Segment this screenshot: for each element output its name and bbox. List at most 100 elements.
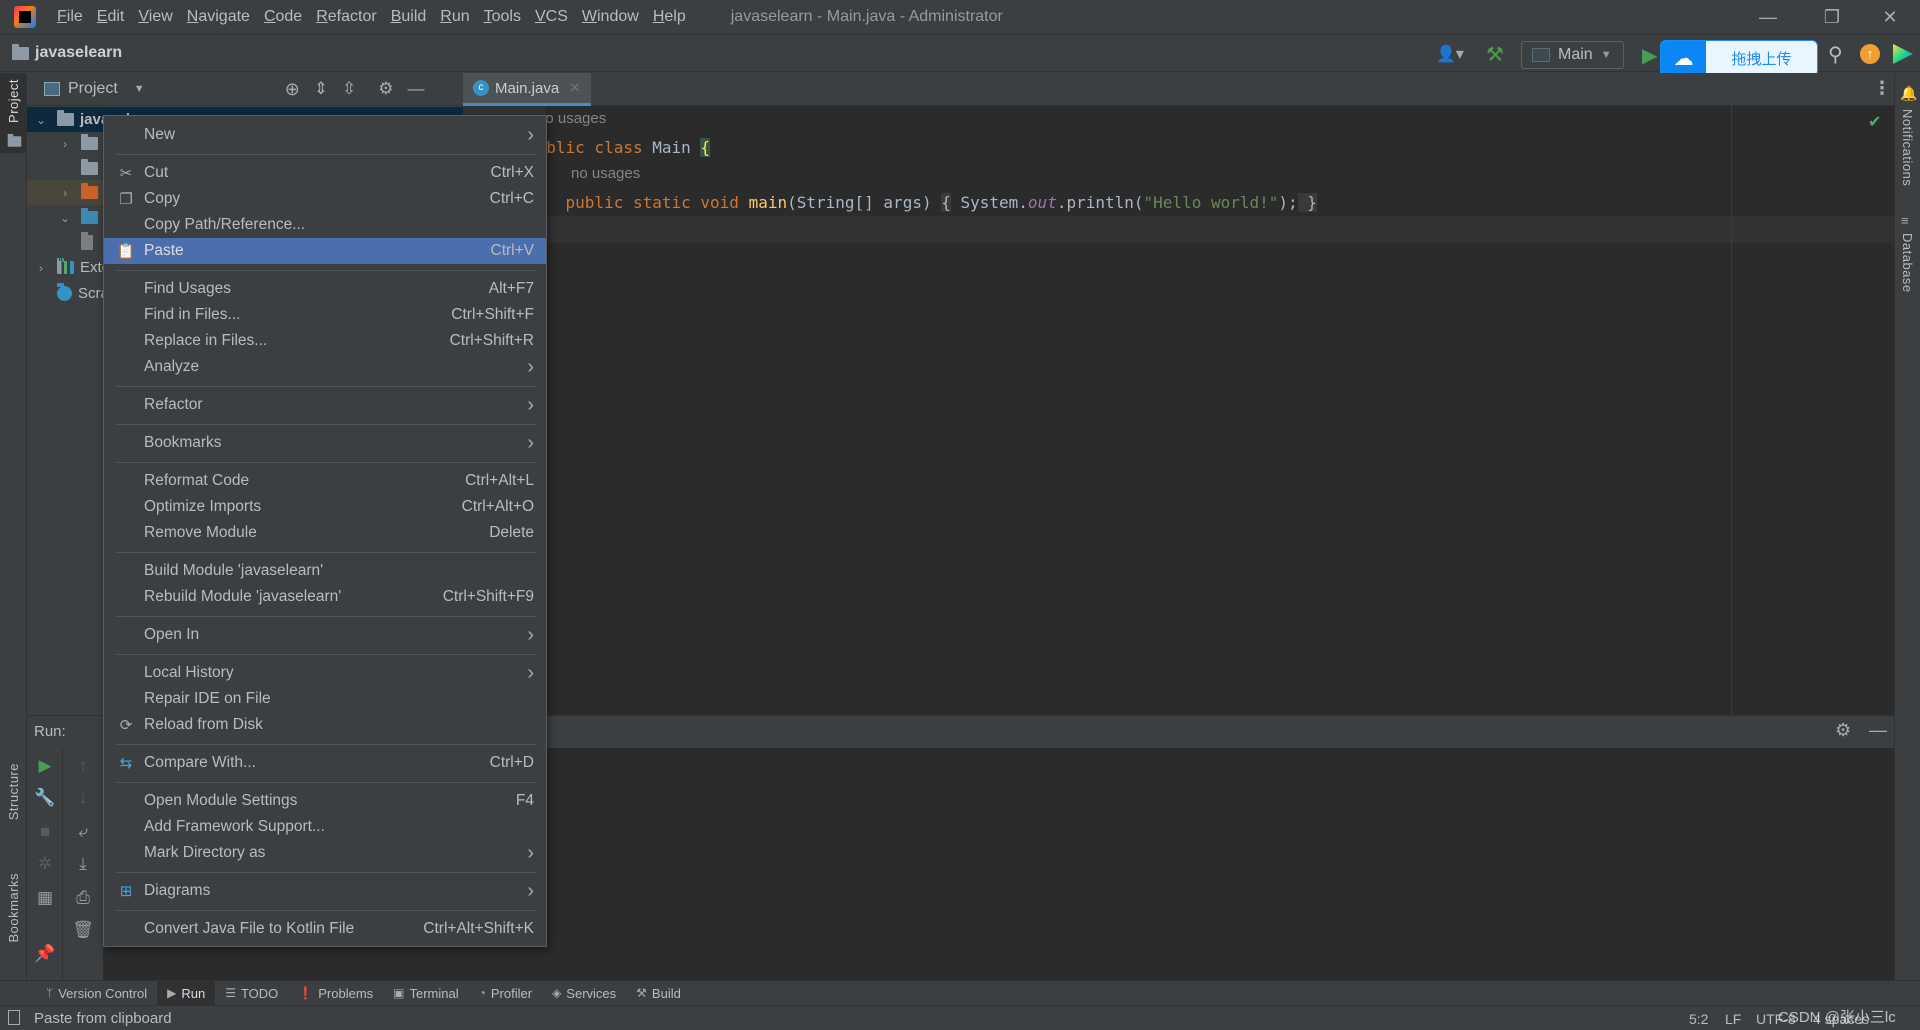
menu-item-mark-directory-as[interactable]: Mark Directory as › — [104, 840, 546, 866]
minimize-icon[interactable]: — — [1744, 0, 1792, 35]
gear-icon[interactable]: ⚙ — [1835, 720, 1851, 741]
scroll-to-end-icon[interactable]: ⤓ — [71, 854, 95, 874]
chevron-right-icon[interactable]: › — [59, 186, 71, 200]
soft-wrap-icon[interactable]: ⤶ — [71, 822, 95, 842]
usages-hint[interactable]: no usages — [537, 110, 606, 127]
menu-edit[interactable]: Edit — [90, 8, 132, 26]
wrench-icon[interactable]: 🔧 — [33, 788, 57, 808]
tool-services[interactable]: ◈ Services — [542, 981, 626, 1006]
menu-item-bookmarks[interactable]: Bookmarks › — [104, 430, 546, 456]
menu-item-copy[interactable]: ❐ Copy Ctrl+C — [104, 186, 546, 212]
menu-item-diagrams[interactable]: ⊞ Diagrams › — [104, 878, 546, 904]
tool-profiler[interactable]: ◔ Profiler — [469, 981, 542, 1006]
status-toggle-icon[interactable] — [8, 1010, 20, 1025]
menu-code[interactable]: Code — [257, 8, 309, 26]
more-options-icon[interactable]: ⋮ — [1873, 78, 1891, 99]
menu-item-refactor[interactable]: Refactor › — [104, 392, 546, 418]
tab-main-java[interactable]: c Main.java ✕ — [463, 73, 591, 106]
hide-icon[interactable]: — — [1869, 720, 1887, 741]
menu-item-shortcut: Ctrl+X — [490, 164, 535, 181]
database-tool-button[interactable]: Database — [1900, 233, 1915, 293]
chevron-right-icon[interactable]: › — [35, 261, 47, 275]
stop-icon[interactable]: ■ — [33, 822, 57, 842]
project-view-label[interactable]: Project — [68, 80, 118, 98]
menu-help[interactable]: Help — [646, 8, 693, 26]
line-separator[interactable]: LF — [1725, 1011, 1741, 1027]
menu-item-reformat-code[interactable]: Reformat Code Ctrl+Alt+L — [104, 468, 546, 494]
tool-terminal[interactable]: ▣ Terminal — [383, 981, 468, 1006]
hide-icon[interactable]: — — [408, 79, 425, 99]
menu-tools[interactable]: Tools — [477, 8, 528, 26]
menu-item-optimize-imports[interactable]: Optimize Imports Ctrl+Alt+O — [104, 494, 546, 520]
collapse-all-icon[interactable]: ⇳ — [342, 79, 356, 99]
menu-item-find-usages[interactable]: Find Usages Alt+F7 — [104, 276, 546, 302]
chevron-down-icon[interactable]: ⌄ — [59, 211, 71, 225]
menu-item-build-module-javaselearn[interactable]: Build Module 'javaselearn' — [104, 558, 546, 584]
chevron-down-icon[interactable]: ⌄ — [35, 113, 47, 127]
menu-build[interactable]: Build — [384, 8, 434, 26]
menu-window[interactable]: Window — [575, 8, 646, 26]
menu-item-open-in[interactable]: Open In › — [104, 622, 546, 648]
tool-todo[interactable]: ☰ TODO — [215, 981, 288, 1006]
locate-icon[interactable]: ⊕ — [285, 79, 300, 100]
layout-icon[interactable]: ▦ — [33, 888, 57, 908]
menu-file[interactable]: File — [50, 8, 90, 26]
structure-tool-button[interactable]: Structure — [6, 763, 21, 820]
hammer-icon: ⚒ — [636, 986, 647, 1000]
restore-icon[interactable]: ❐ — [1808, 0, 1856, 35]
run-config-dropdown[interactable]: Main ▼ — [1521, 41, 1624, 69]
tool-problems[interactable]: ❗ Problems — [288, 981, 383, 1006]
build-hammer-icon[interactable]: ⚒ — [1486, 42, 1504, 67]
menu-item-rebuild-module-javaselearn[interactable]: Rebuild Module 'javaselearn' Ctrl+Shift+F… — [104, 584, 546, 610]
menu-refactor[interactable]: Refactor — [309, 8, 383, 26]
close-icon[interactable]: ✕ — [1866, 0, 1914, 35]
menu-item-open-module-settings[interactable]: Open Module Settings F4 — [104, 788, 546, 814]
project-tool-button[interactable]: Project — [6, 79, 21, 123]
breadcrumb-project[interactable]: javaselearn — [12, 43, 122, 62]
menu-vcs[interactable]: VCS — [528, 8, 575, 26]
menu-item-paste[interactable]: 📋 Paste Ctrl+V — [104, 238, 546, 264]
tool-build[interactable]: ⚒ Build — [626, 981, 691, 1006]
rerun-icon[interactable]: ▶ — [33, 756, 57, 776]
baidu-upload-button[interactable]: ☁ 拖拽上传 — [1660, 40, 1818, 77]
menu-run[interactable]: Run — [433, 8, 476, 26]
caret-position[interactable]: 5:2 — [1689, 1011, 1708, 1027]
search-icon[interactable]: ⚲ — [1828, 42, 1843, 67]
pin-icon[interactable]: 📌 — [33, 944, 57, 964]
menu-item-compare-with[interactable]: ⇆ Compare With... Ctrl+D — [104, 750, 546, 776]
tool-run[interactable]: ▶ Run — [157, 980, 216, 1006]
menu-item-reload-from-disk[interactable]: ⟳ Reload from Disk — [104, 712, 546, 738]
scissors-icon: ✂ — [119, 165, 133, 182]
gear-icon[interactable]: ⚙ — [378, 79, 393, 99]
arrow-up-icon[interactable]: ↑ — [71, 756, 95, 776]
debug-icon[interactable]: ✲ — [33, 854, 57, 874]
menu-item-add-framework-support[interactable]: Add Framework Support... — [104, 814, 546, 840]
notifications-tool-button[interactable]: Notifications — [1900, 109, 1915, 186]
menu-item-copy-path-reference[interactable]: Copy Path/Reference... — [104, 212, 546, 238]
usages-hint[interactable]: no usages — [571, 165, 640, 182]
menu-item-replace-in-files[interactable]: Replace in Files... Ctrl+Shift+R — [104, 328, 546, 354]
close-tab-icon[interactable]: ✕ — [569, 80, 580, 96]
user-account-icon[interactable]: 👤▾ — [1436, 44, 1464, 64]
menu-item-remove-module[interactable]: Remove Module Delete — [104, 520, 546, 546]
arrow-down-icon[interactable]: ↓ — [71, 788, 95, 808]
print-icon[interactable]: ⎙ — [71, 888, 95, 908]
menu-view[interactable]: View — [131, 8, 179, 26]
menu-item-convert-java-file-to-kotlin-file[interactable]: Convert Java File to Kotlin File Ctrl+Alt… — [104, 916, 546, 942]
menu-item-cut[interactable]: ✂ Cut Ctrl+X — [104, 160, 546, 186]
menu-item-local-history[interactable]: Local History › — [104, 660, 546, 686]
bookmarks-tool-button[interactable]: Bookmarks — [6, 873, 21, 943]
menu-item-label: Repair IDE on File — [144, 690, 271, 707]
menu-item-repair-ide-on-file[interactable]: Repair IDE on File — [104, 686, 546, 712]
expand-all-icon[interactable]: ⇕ — [314, 79, 328, 99]
run-icon[interactable]: ▶ — [1642, 43, 1657, 68]
tool-version-control[interactable]: ᛘ Version Control — [36, 981, 157, 1006]
menu-item-new[interactable]: New › — [104, 122, 546, 148]
menu-navigate[interactable]: Navigate — [180, 8, 257, 26]
chevron-down-icon[interactable]: ▼ — [134, 83, 145, 95]
menu-item-analyze[interactable]: Analyze › — [104, 354, 546, 380]
trash-icon[interactable]: 🗑 — [71, 920, 95, 940]
menu-item-find-in-files[interactable]: Find in Files... Ctrl+Shift+F — [104, 302, 546, 328]
update-icon[interactable]: ↑ — [1860, 44, 1880, 64]
chevron-right-icon[interactable]: › — [59, 137, 71, 151]
